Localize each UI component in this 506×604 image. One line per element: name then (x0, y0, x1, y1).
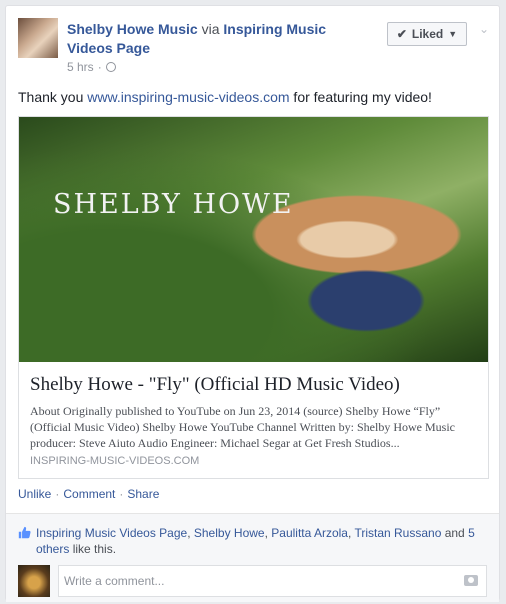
status-text: Thank you www.inspiring-music-videos.com… (18, 89, 432, 105)
author-link[interactable]: Shelby Howe Music (67, 21, 198, 37)
video-thumbnail[interactable]: SHELBY HOWE (19, 117, 488, 362)
status-link[interactable]: www.inspiring-music-videos.com (87, 89, 289, 105)
liker-link[interactable]: Shelby Howe (194, 526, 265, 540)
thumbnail-caption: SHELBY HOWE (53, 189, 294, 220)
comment-link[interactable]: Comment (63, 487, 115, 501)
liker-link[interactable]: Paulitta Arzola (271, 526, 348, 540)
post-header: Shelby Howe Music via Inspiring Music Vi… (67, 20, 367, 58)
globe-icon[interactable] (105, 62, 116, 72)
share-link[interactable]: Share (127, 487, 159, 501)
comment-placeholder: Write a comment... (64, 574, 165, 588)
likes-and: and (441, 526, 469, 540)
likes-summary: Inspiring Music Videos Page, Shelby Howe… (36, 526, 475, 556)
commenter-avatar (18, 565, 50, 597)
status-post: for featuring my video! (289, 89, 432, 105)
unlike-link[interactable]: Unlike (18, 487, 51, 501)
liked-label: Liked (411, 27, 444, 41)
actions-sep: · (119, 487, 124, 501)
check-icon: ✔ (396, 27, 407, 41)
likes-suffix: like this. (69, 542, 117, 556)
via-text: via (201, 21, 220, 37)
actions-sep: · (55, 487, 60, 501)
liked-button[interactable]: ✔ Liked ▼ (387, 22, 467, 46)
link-domain: INSPIRING-MUSIC-VIDEOS.COM (30, 455, 200, 467)
timestamp[interactable]: 5 hrs (67, 60, 94, 74)
likes-section: Inspiring Music Videos Page, Shelby Howe… (6, 513, 499, 602)
thumbs-up-icon (18, 526, 31, 539)
comment-input[interactable]: Write a comment... (58, 565, 487, 597)
chevron-down-icon[interactable]: ⌄ (479, 22, 489, 36)
liker-link[interactable]: Inspiring Music Videos Page (36, 526, 187, 540)
post-card: Shelby Howe Music via Inspiring Music Vi… (5, 5, 500, 602)
link-title[interactable]: Shelby Howe - "Fly" (Official HD Music V… (30, 374, 400, 396)
meta-sep: · (97, 60, 102, 74)
link-description: About Originally published to YouTube on… (30, 404, 455, 450)
post-actions: Unlike · Comment · Share (18, 487, 159, 501)
author-avatar[interactable] (18, 18, 58, 58)
caret-down-icon: ▼ (448, 29, 458, 39)
status-pre: Thank you (18, 89, 88, 105)
link-preview[interactable]: SHELBY HOWE Shelby Howe - "Fly" (Officia… (18, 116, 489, 479)
camera-icon[interactable] (464, 575, 478, 586)
post-meta: 5 hrs · (67, 60, 116, 74)
liker-link[interactable]: Tristan Russano (354, 526, 441, 540)
